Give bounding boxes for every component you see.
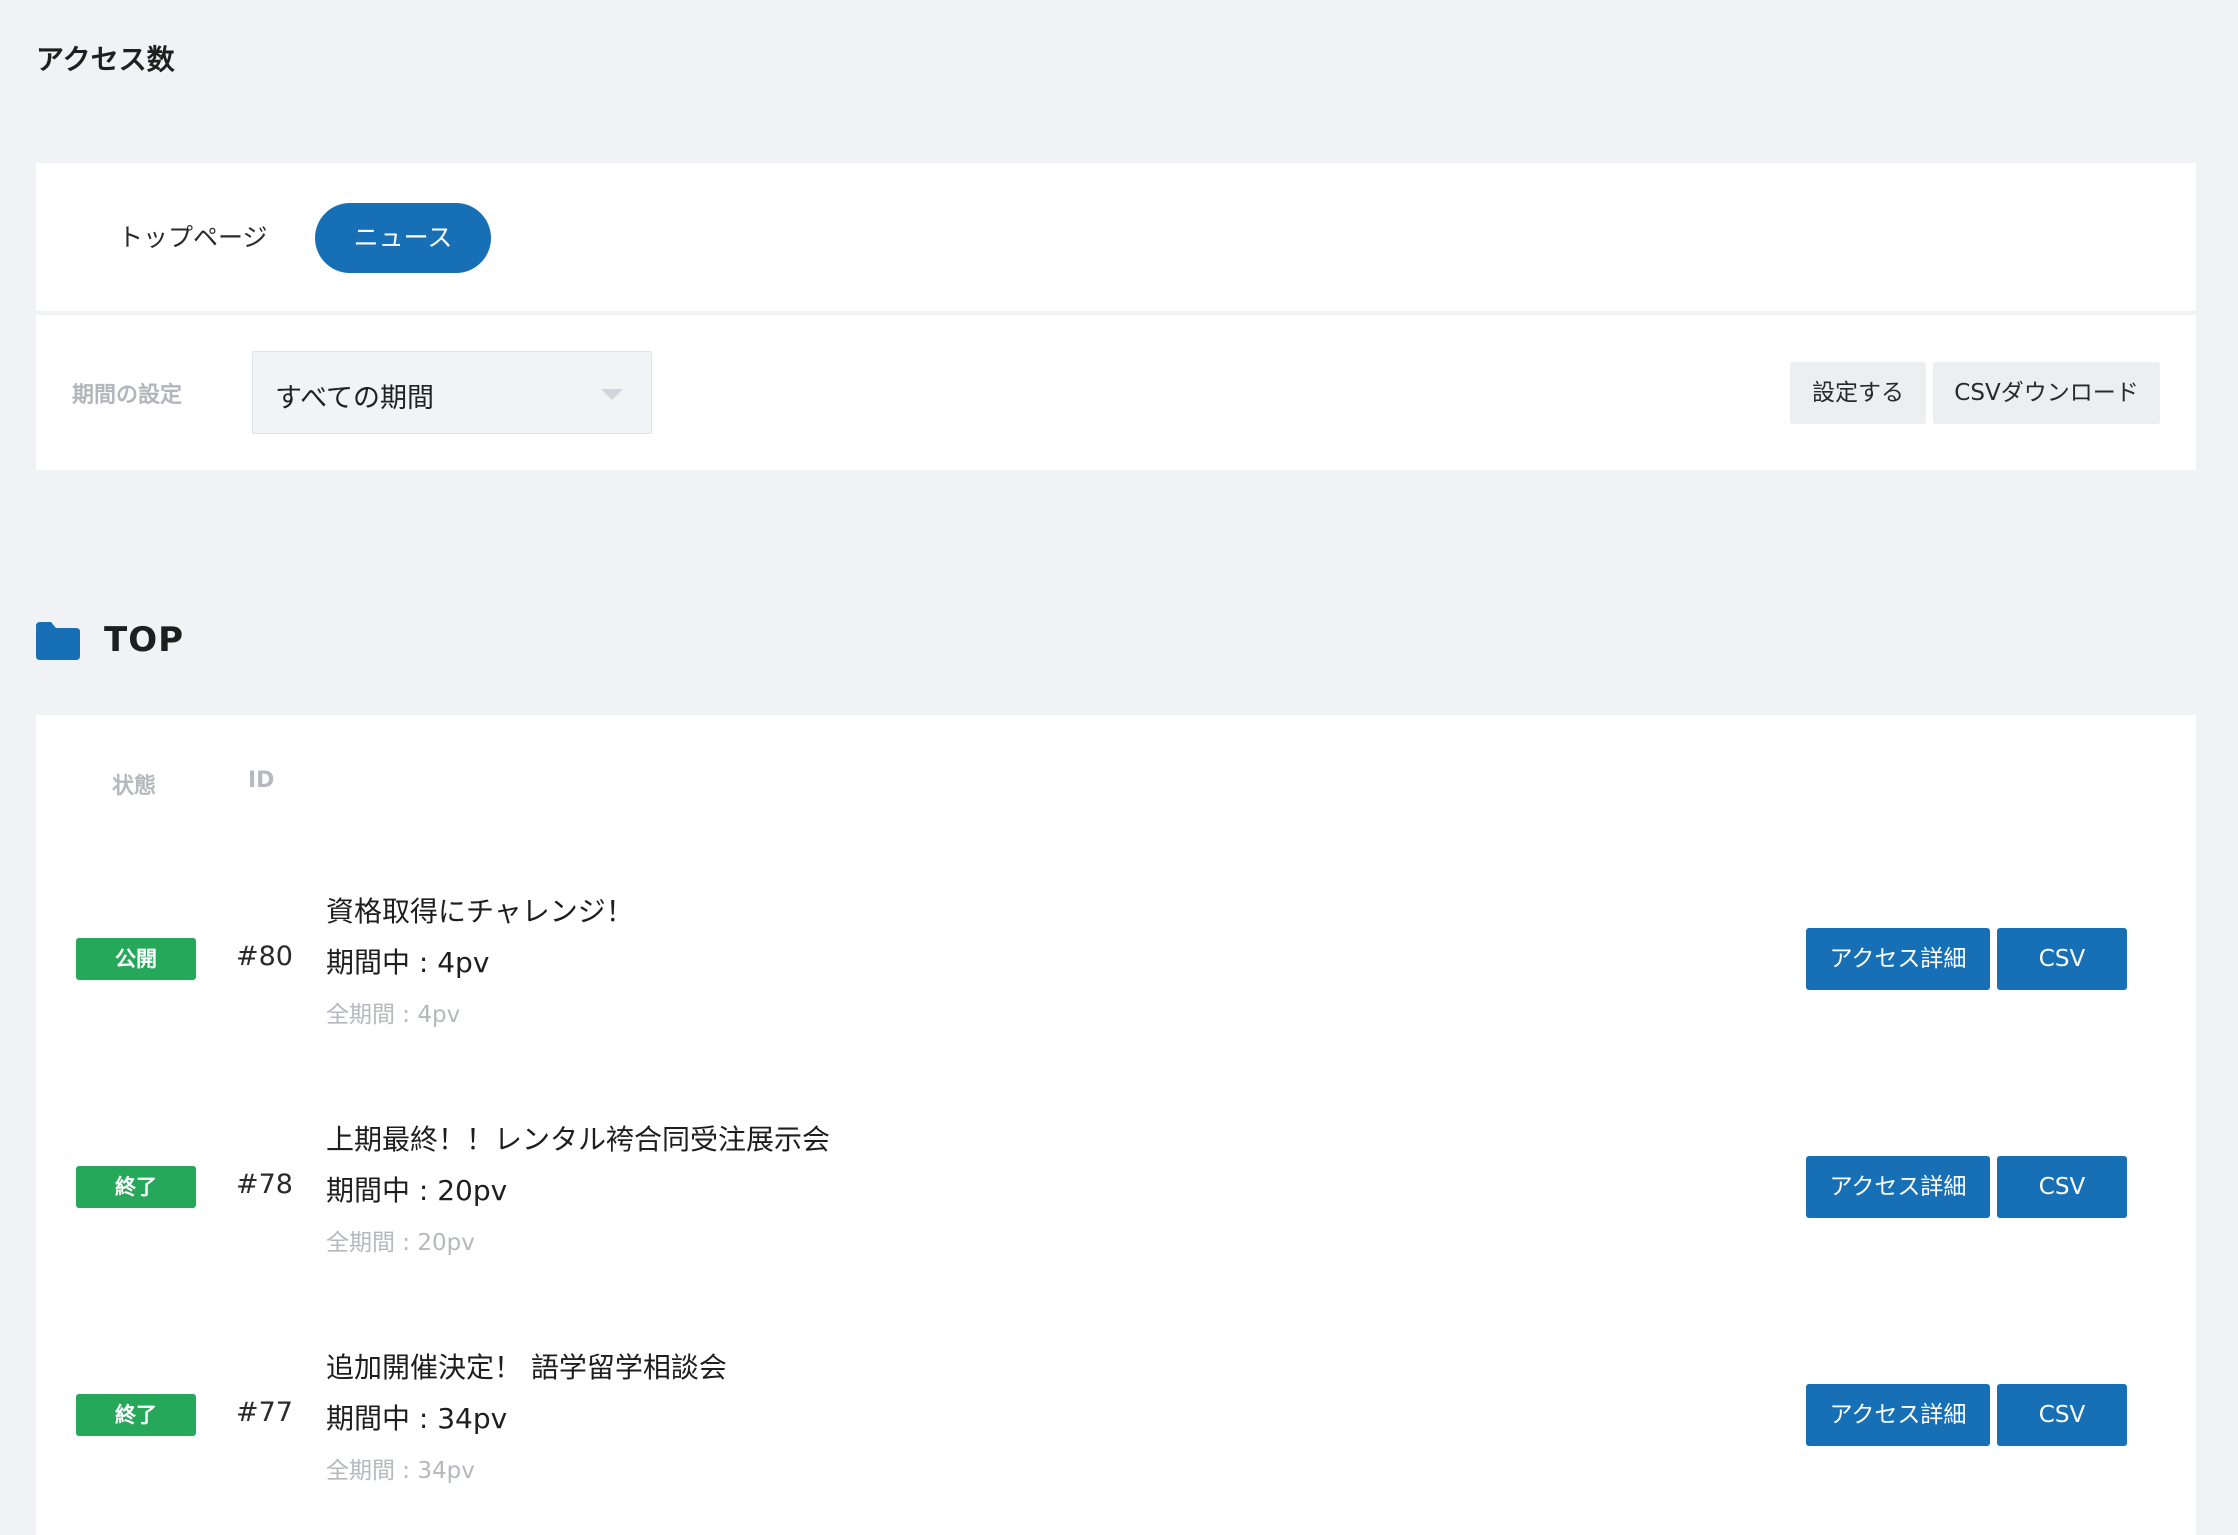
chevron-down-icon	[601, 389, 623, 400]
csv-button[interactable]: CSV	[1997, 928, 2127, 990]
row-title: 資格取得にチャレンジ！	[326, 895, 634, 928]
tab-news[interactable]: ニュース	[315, 203, 491, 273]
row-id: #80	[236, 941, 293, 972]
table-row: 終了 #78 上期最終！！レンタル袴合同受注展示会 期間中 : 20pv 全期間…	[36, 1113, 2196, 1293]
period-settings-panel: 期間の設定 すべての期間 設定する CSVダウンロード	[36, 315, 2196, 470]
folder-icon	[36, 622, 80, 660]
column-header-id: ID	[248, 768, 275, 793]
row-id: #78	[236, 1169, 293, 1200]
row-total-views: 全期間 : 4pv	[326, 1002, 461, 1028]
period-select-value: すべての期間	[275, 383, 435, 414]
access-detail-button[interactable]: アクセス詳細	[1806, 1156, 1990, 1218]
access-detail-button[interactable]: アクセス詳細	[1806, 928, 1990, 990]
row-total-views: 全期間 : 20pv	[326, 1230, 475, 1256]
status-badge: 終了	[76, 1394, 196, 1436]
csv-button[interactable]: CSV	[1997, 1156, 2127, 1218]
row-total-views: 全期間 : 34pv	[326, 1458, 475, 1484]
row-id: #77	[236, 1397, 293, 1428]
row-period-views: 期間中 : 4pv	[326, 946, 490, 979]
set-button[interactable]: 設定する	[1790, 362, 1926, 424]
page-title: アクセス数	[36, 43, 175, 76]
tab-bar: トップページ ニュース	[36, 163, 2196, 311]
access-detail-button[interactable]: アクセス詳細	[1806, 1384, 1990, 1446]
status-badge: 公開	[76, 938, 196, 980]
table-row: 公開 #80 資格取得にチャレンジ！ 期間中 : 4pv 全期間 : 4pv ア…	[36, 885, 2196, 1065]
row-period-views: 期間中 : 20pv	[326, 1174, 508, 1207]
period-select[interactable]: すべての期間	[252, 351, 652, 434]
period-label: 期間の設定	[72, 383, 183, 408]
row-period-views: 期間中 : 34pv	[326, 1402, 508, 1435]
csv-button[interactable]: CSV	[1997, 1384, 2127, 1446]
section-title: TOP	[104, 620, 185, 660]
table-row: 終了 #77 追加開催決定！ 語学留学相談会 期間中 : 34pv 全期間 : …	[36, 1341, 2196, 1521]
column-header-state: 状態	[112, 774, 157, 799]
status-badge: 終了	[76, 1166, 196, 1208]
row-title: 上期最終！！レンタル袴合同受注展示会	[326, 1123, 831, 1156]
tab-top-page[interactable]: トップページ	[98, 203, 288, 273]
access-list: 状態 ID 公開 #80 資格取得にチャレンジ！ 期間中 : 4pv 全期間 :…	[36, 715, 2196, 1535]
csv-download-button[interactable]: CSVダウンロード	[1933, 362, 2160, 424]
row-title: 追加開催決定！ 語学留学相談会	[326, 1351, 727, 1384]
